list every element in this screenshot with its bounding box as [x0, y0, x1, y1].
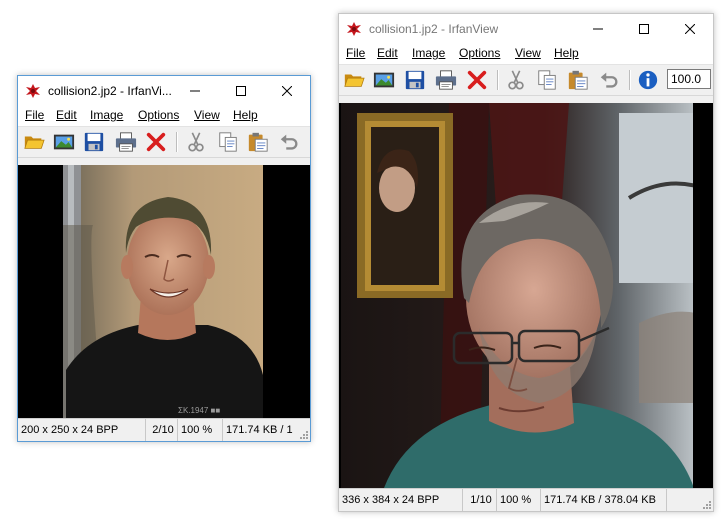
title-bar[interactable]: collision1.jp2 - IrfanView: [339, 14, 713, 44]
minimize-button[interactable]: [575, 14, 621, 44]
paste-button[interactable]: [246, 130, 270, 154]
menu-options[interactable]: Options: [459, 46, 500, 60]
close-icon: [685, 24, 695, 34]
maximize-icon: [639, 24, 649, 34]
status-dimensions: 200 x 250 x 24 BPP: [18, 419, 146, 441]
cut-button[interactable]: [184, 130, 208, 154]
menu-file[interactable]: File: [346, 46, 365, 60]
close-icon: [282, 86, 292, 96]
save-icon: [404, 69, 426, 91]
maximize-icon: [236, 86, 246, 96]
print-button[interactable]: [434, 68, 458, 92]
open-folder-icon: [343, 69, 365, 91]
slideshow-icon: [53, 131, 75, 153]
cut-button[interactable]: [504, 68, 528, 92]
copy-button[interactable]: [216, 130, 240, 154]
undo-button[interactable]: [277, 130, 301, 154]
irfanview-icon: [25, 83, 41, 99]
image-canvas[interactable]: [339, 103, 713, 488]
copy-icon: [536, 69, 558, 91]
toolbar-separator: [176, 132, 178, 152]
irfanview-icon: [346, 21, 362, 37]
zoom-input[interactable]: [667, 69, 711, 89]
slideshow-button[interactable]: [52, 130, 76, 154]
menu-bar: File Edit Image Options View Help: [339, 44, 713, 64]
info-button[interactable]: [636, 68, 660, 92]
toolbar-separator: [497, 70, 499, 90]
info-icon: [637, 69, 659, 91]
paste-button[interactable]: [566, 68, 590, 92]
menu-help[interactable]: Help: [233, 108, 258, 122]
status-file-size: 171.74 KB / 378.04 KB: [541, 489, 667, 511]
cut-icon: [185, 131, 207, 153]
window-title: collision1.jp2 - IrfanView: [369, 22, 499, 36]
menu-bar: File Edit Image Options View Help: [18, 106, 310, 126]
status-dimensions: 336 x 384 x 24 BPP: [339, 489, 463, 511]
undo-icon: [598, 69, 620, 91]
portrait-photo-man-with-glasses: [339, 103, 711, 488]
status-index: 2/10: [146, 419, 178, 441]
menu-edit[interactable]: Edit: [56, 108, 77, 122]
status-file-size: 171.74 KB / 1: [226, 424, 293, 436]
cut-icon: [505, 69, 527, 91]
status-bar: 336 x 384 x 24 BPP 1/10 100 % 171.74 KB …: [339, 488, 713, 511]
save-button[interactable]: [403, 68, 427, 92]
menu-file[interactable]: File: [25, 108, 44, 122]
maximize-button[interactable]: [621, 14, 667, 44]
paste-icon: [567, 69, 589, 91]
status-zoom: 100 %: [178, 419, 223, 441]
toolbar-separator: [629, 70, 631, 90]
open-button[interactable]: [22, 130, 46, 154]
image-canvas[interactable]: ΣΚ.1947 ■■: [18, 165, 310, 418]
save-button[interactable]: [82, 130, 106, 154]
slideshow-button[interactable]: [372, 68, 396, 92]
close-button[interactable]: [264, 76, 310, 106]
delete-icon: [466, 69, 488, 91]
irfanview-window-collision2: collision2.jp2 - IrfanVi... File Edit Im…: [17, 75, 311, 442]
minimize-button[interactable]: [172, 76, 218, 106]
menu-image[interactable]: Image: [90, 108, 123, 122]
open-button[interactable]: [342, 68, 366, 92]
copy-button[interactable]: [535, 68, 559, 92]
print-icon: [435, 69, 457, 91]
menu-options[interactable]: Options: [138, 108, 179, 122]
title-bar[interactable]: collision2.jp2 - IrfanVi...: [18, 76, 310, 106]
save-icon: [83, 131, 105, 153]
paste-icon: [247, 131, 269, 153]
print-icon: [115, 131, 137, 153]
delete-button[interactable]: [465, 68, 489, 92]
undo-icon: [278, 131, 300, 153]
minimize-icon: [190, 86, 200, 96]
undo-button[interactable]: [597, 68, 621, 92]
menu-view[interactable]: View: [515, 46, 541, 60]
status-bar: 200 x 250 x 24 BPP 2/10 100 % 171.74 KB …: [18, 418, 310, 441]
close-button[interactable]: [667, 14, 713, 44]
portrait-photo-older-man: ΣΚ.1947 ■■: [18, 165, 308, 418]
toolbar: [18, 126, 310, 158]
resize-grip-icon[interactable]: [298, 429, 308, 439]
resize-grip-icon[interactable]: [701, 499, 711, 509]
irfanview-window-collision1: collision1.jp2 - IrfanView File Edit Ima…: [338, 13, 714, 512]
status-index: 1/10: [463, 489, 497, 511]
delete-icon: [145, 131, 167, 153]
toolbar: [339, 64, 713, 96]
status-zoom: 100 %: [497, 489, 541, 511]
menu-edit[interactable]: Edit: [377, 46, 398, 60]
open-folder-icon: [23, 131, 45, 153]
menu-help[interactable]: Help: [554, 46, 579, 60]
print-button[interactable]: [114, 130, 138, 154]
minimize-icon: [593, 24, 603, 34]
delete-button[interactable]: [144, 130, 168, 154]
svg-text:ΣΚ.1947 ■■: ΣΚ.1947 ■■: [178, 406, 220, 415]
menu-view[interactable]: View: [194, 108, 220, 122]
copy-icon: [217, 131, 239, 153]
slideshow-icon: [373, 69, 395, 91]
maximize-button[interactable]: [218, 76, 264, 106]
menu-image[interactable]: Image: [412, 46, 445, 60]
